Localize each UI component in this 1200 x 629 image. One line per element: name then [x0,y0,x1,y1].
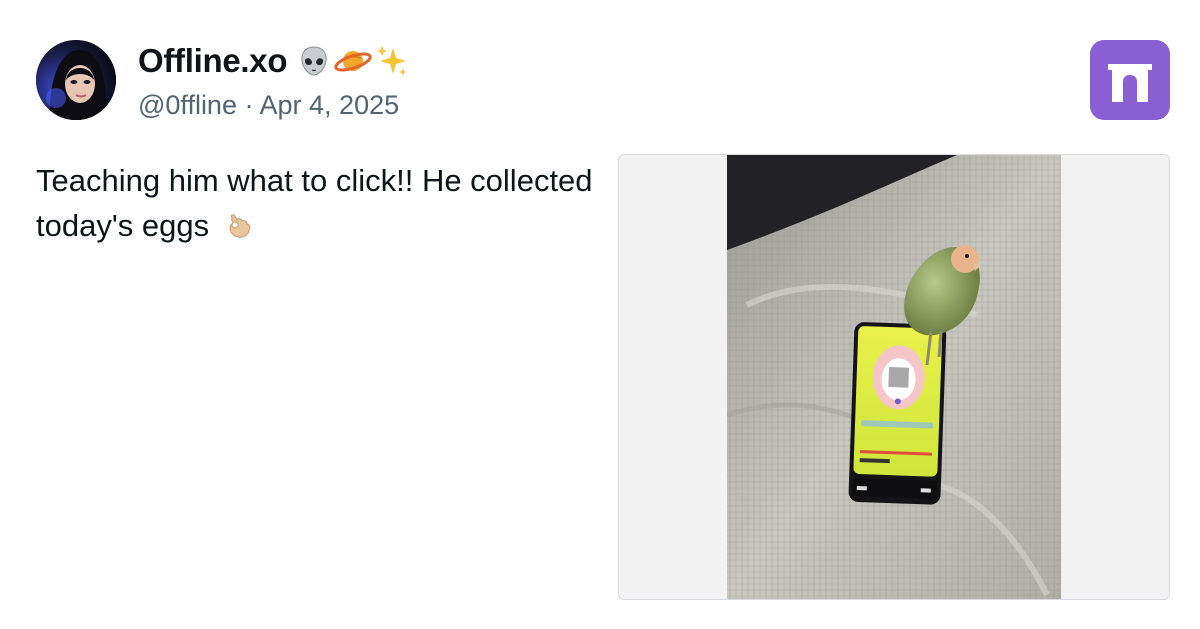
avatar-image [36,40,116,120]
media-frame[interactable] [618,154,1170,600]
name-emoji-group [297,44,409,78]
display-name[interactable]: Offline.xo [138,42,287,80]
display-name-row[interactable]: Offline.xo [138,42,409,80]
alien-icon [301,46,327,76]
meta-separator: · [244,90,254,120]
avatar[interactable] [36,40,116,120]
post-body: Teaching him what to click!! He collecte… [36,163,593,243]
brand-logo[interactable] [1090,40,1170,120]
ringed-planet-icon [334,51,372,72]
post-photo[interactable] [727,155,1061,599]
arch-logo-icon [1108,64,1152,102]
sparkles-icon [377,46,408,76]
post-meta: @0ffline · Apr 4, 2025 [138,90,399,121]
handle[interactable]: @0ffline [138,90,237,120]
post-text: Teaching him what to click!! He collecte… [36,158,596,248]
ok-hand-icon [229,214,251,238]
post-date[interactable]: Apr 4, 2025 [260,90,400,120]
